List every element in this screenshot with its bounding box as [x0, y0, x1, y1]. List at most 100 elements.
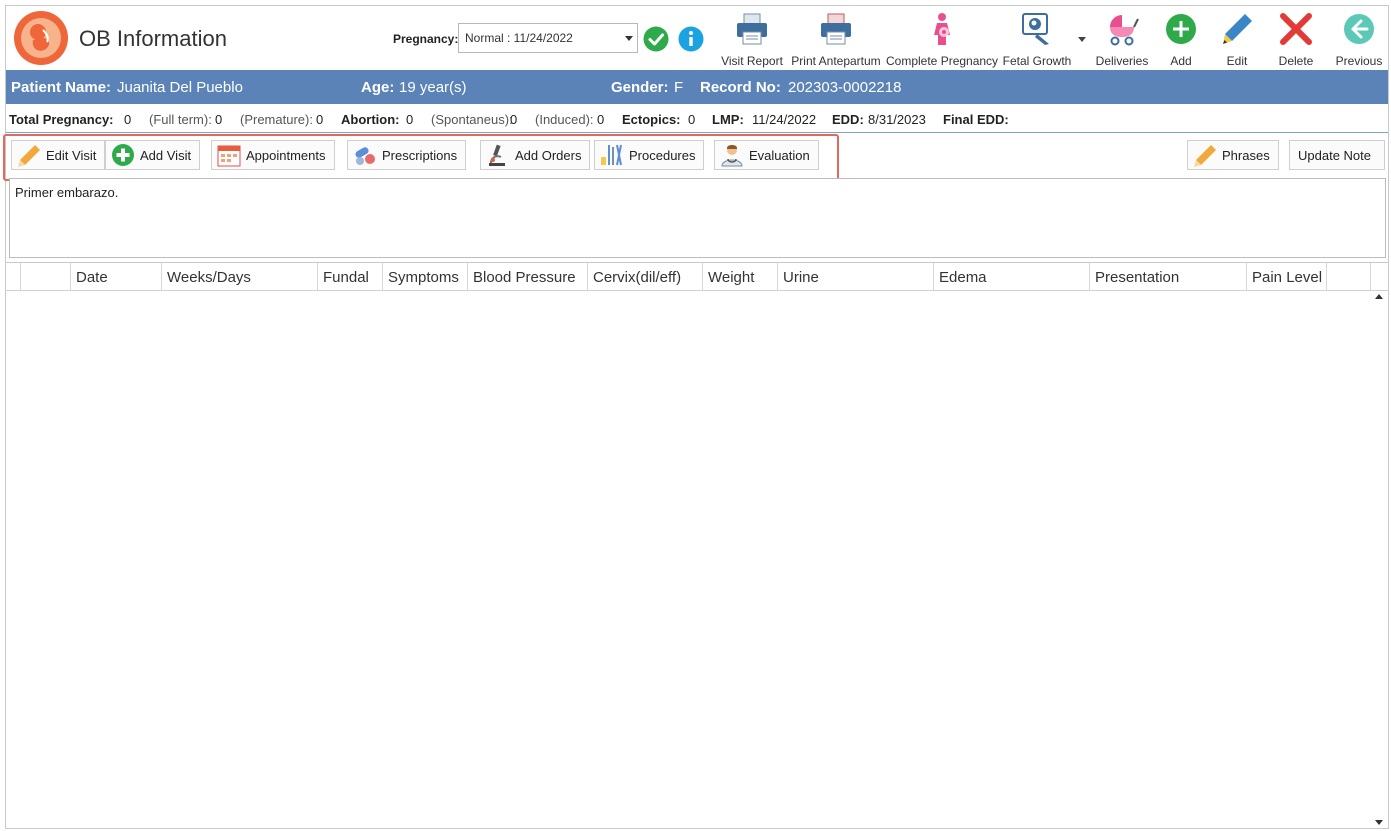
fetus-logo-icon — [14, 11, 68, 65]
abortion-value: 0 — [406, 112, 414, 127]
scroll-up-icon[interactable] — [1375, 294, 1383, 299]
pregnancy-select[interactable]: Normal : 11/24/2022 — [458, 23, 638, 53]
column-header-blood-pressure[interactable]: Blood Pressure — [468, 263, 588, 291]
column-header-extra[interactable] — [1327, 263, 1371, 291]
surgical-tools-icon — [601, 144, 622, 166]
deliveries-label: Deliveries — [1095, 54, 1149, 68]
visit-report-button[interactable]: Visit Report — [716, 8, 788, 68]
chevron-down-icon[interactable] — [1078, 37, 1086, 42]
column-header-presentation[interactable]: Presentation — [1090, 263, 1247, 291]
edit-visit-label: Edit Visit — [46, 147, 97, 163]
plus-circle-icon — [112, 144, 134, 166]
column-header-edema[interactable]: Edema — [934, 263, 1090, 291]
pills-icon — [355, 147, 375, 165]
premature-label: (Premature): — [240, 112, 313, 127]
column-header-weight[interactable]: Weight — [703, 263, 778, 291]
plus-circle-icon — [1166, 14, 1196, 44]
print-antepartum-button[interactable]: Print Antepartum — [788, 8, 884, 68]
lmp-label: LMP: — [712, 112, 744, 127]
patient-name-label: Patient Name: — [11, 79, 112, 96]
phrases-button[interactable]: Phrases — [1187, 140, 1279, 170]
column-header-pain-level[interactable]: Pain Level — [1247, 263, 1327, 291]
print-antepartum-label: Print Antepartum — [791, 54, 881, 68]
info-icon[interactable] — [678, 26, 704, 52]
microscope-icon — [489, 144, 505, 166]
visit-report-label: Visit Report — [721, 54, 783, 68]
procedures-button[interactable]: Procedures — [594, 140, 705, 170]
complete-pregnancy-label: Complete Pregnancy — [886, 54, 999, 68]
grid-header: Date Weeks/Days Fundal Symptoms Blood Pr… — [6, 263, 1388, 291]
add-orders-button[interactable]: Add Orders — [480, 140, 591, 170]
column-header-cervix[interactable]: Cervix(dil/eff) — [588, 263, 703, 291]
total-pregnancy-label: Total Pregnancy: — [9, 112, 114, 127]
column-header-urine[interactable]: Urine — [778, 263, 934, 291]
add-visit-button[interactable]: Add Visit — [105, 140, 201, 170]
close-icon — [1280, 13, 1312, 45]
pencil-icon — [1223, 14, 1252, 44]
phrases-label: Phrases — [1222, 147, 1270, 163]
appointments-button[interactable]: Appointments — [211, 140, 335, 170]
arrow-left-icon — [1344, 14, 1374, 44]
ectopics-label: Ectopics: — [622, 112, 681, 127]
previous-label: Previous — [1335, 54, 1383, 68]
column-header-symptoms[interactable]: Symptoms — [383, 263, 468, 291]
add-button[interactable]: Add — [1156, 8, 1206, 68]
visits-grid: Date Weeks/Days Fundal Symptoms Blood Pr… — [6, 262, 1388, 828]
column-header-select[interactable] — [21, 263, 71, 291]
gender-label: Gender: — [611, 79, 669, 96]
procedures-label: Procedures — [629, 147, 696, 163]
add-label: Add — [1170, 54, 1192, 68]
spontaneus-value: 0 — [510, 112, 518, 127]
printer-icon — [737, 13, 767, 45]
spontaneus-label: (Spontaneus): — [431, 112, 513, 127]
complete-pregnancy-button[interactable]: Complete Pregnancy — [886, 8, 998, 68]
doctor-icon — [721, 145, 743, 167]
record-no-value: 202303-0002218 — [788, 79, 902, 96]
column-header-weeks-days[interactable]: Weeks/Days — [162, 263, 318, 291]
edit-button[interactable]: Edit — [1212, 8, 1262, 68]
deliveries-button[interactable]: Deliveries — [1092, 8, 1152, 68]
pregnancy-label: Pregnancy: — [393, 32, 459, 46]
total-pregnancy-value: 0 — [124, 112, 132, 127]
premature-value: 0 — [316, 112, 324, 127]
update-note-button[interactable]: Update Note — [1289, 140, 1385, 170]
column-header-indicator[interactable] — [6, 263, 21, 291]
previous-button[interactable]: Previous — [1332, 8, 1386, 68]
pencil-icon — [18, 145, 40, 167]
pregnant-woman-icon — [934, 13, 950, 45]
page-title: OB Information — [79, 26, 227, 51]
note-text: Primer embarazo. — [15, 185, 119, 200]
note-textarea[interactable]: Primer embarazo. — [9, 178, 1386, 258]
check-icon[interactable] — [643, 26, 669, 52]
ob-information-window: OB Information Pregnancy: Normal : 11/24… — [3, 5, 1389, 829]
edit-visit-button[interactable]: Edit Visit — [11, 140, 106, 170]
full-term-label: (Full term): — [149, 112, 212, 127]
chevron-down-icon — [625, 36, 633, 41]
add-orders-label: Add Orders — [515, 147, 582, 163]
delete-button[interactable]: Delete — [1270, 8, 1322, 68]
abortion-label: Abortion: — [341, 112, 400, 127]
gender-value: F — [674, 79, 684, 96]
edd-label: EDD: — [832, 112, 864, 127]
final-edd-label: Final EDD: — [943, 112, 1009, 127]
vertical-scrollbar[interactable] — [1372, 292, 1386, 827]
patient-info-bar: Patient Name: Juanita Del Pueblo Age: 19… — [6, 70, 1388, 104]
prescriptions-button[interactable]: Prescriptions — [347, 140, 467, 170]
add-visit-label: Add Visit — [140, 147, 192, 163]
pencil-icon — [1194, 145, 1216, 167]
column-header-date[interactable]: Date — [71, 263, 162, 291]
fetal-growth-button[interactable]: Fetal Growth — [1000, 8, 1074, 68]
evaluation-button[interactable]: Evaluation — [714, 140, 819, 170]
age-value: 19 year(s) — [399, 79, 467, 96]
ultrasound-icon — [1022, 13, 1049, 45]
record-no-label: Record No: — [700, 79, 781, 96]
scroll-down-icon[interactable] — [1375, 820, 1383, 825]
induced-label: (Induced): — [535, 112, 594, 127]
column-header-date-label: Date — [76, 269, 108, 286]
column-header-fundal[interactable]: Fundal — [318, 263, 383, 291]
printer-icon — [821, 13, 851, 45]
baby-stroller-icon — [1110, 15, 1139, 46]
ectopics-value: 0 — [688, 112, 696, 127]
age-label: Age: — [361, 79, 395, 96]
edit-label: Edit — [1226, 54, 1248, 68]
